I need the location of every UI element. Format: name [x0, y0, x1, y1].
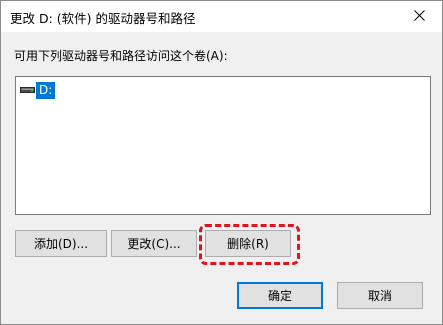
instruction-label: 可用下列驱动器号和路径访问这个卷(A):: [14, 49, 228, 63]
add-button[interactable]: 添加(D)...: [15, 230, 107, 257]
change-button[interactable]: 更改(C)...: [111, 230, 197, 257]
list-item-label: D:: [36, 81, 56, 99]
remove-button[interactable]: 删除(R): [205, 230, 291, 257]
drive-path-listbox[interactable]: D:: [15, 76, 431, 215]
list-item[interactable]: D:: [20, 81, 56, 99]
window-title: 更改 D: (软件) 的驱动器号和路径: [10, 11, 196, 26]
cancel-button[interactable]: 取消: [337, 282, 423, 309]
dialog-window: 更改 D: (软件) 的驱动器号和路径 可用下列驱动器号和路径访问这个卷(A):…: [0, 0, 443, 325]
ok-button[interactable]: 确定: [237, 282, 323, 309]
title-bar: 更改 D: (软件) 的驱动器号和路径: [1, 1, 442, 32]
drive-icon: [20, 83, 35, 97]
close-button[interactable]: [396, 1, 442, 32]
close-icon: [413, 9, 425, 24]
